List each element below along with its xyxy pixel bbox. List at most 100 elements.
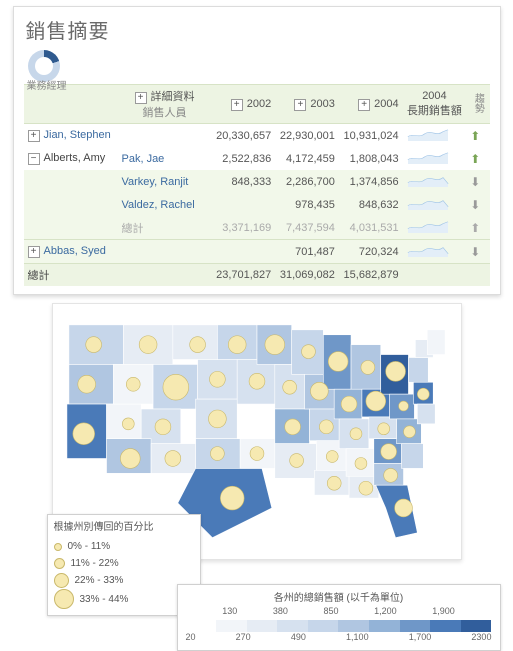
manager-cell: Abbas, Syed <box>44 245 106 257</box>
sparkline-cell <box>403 193 467 216</box>
val-2004: 10,931,024 <box>339 124 403 148</box>
val-2004: 720,324 <box>339 240 403 264</box>
bubble-legend-title: 根據州別傳回的百分比 <box>54 519 194 536</box>
expand-icon[interactable]: + <box>231 99 243 111</box>
table-body: + Jian, Stephen 20,330,65722,930,00110,931… <box>24 124 490 287</box>
hdr-period: 2004 長期銷售額 <box>403 85 467 124</box>
scale-swatch <box>186 620 217 632</box>
trend-arrow-icon: ⬇ <box>466 193 489 216</box>
scale-tick: 1,100 <box>346 632 369 642</box>
expand-icon[interactable]: + <box>28 246 40 258</box>
hdr-detail: 詳細資料 <box>151 91 195 103</box>
salesperson-cell: Valdez, Rachel <box>122 199 195 211</box>
trend-arrow-icon: ⬆ <box>466 124 489 148</box>
val-2002: 3,371,169 <box>212 216 276 240</box>
scale-swatch <box>461 620 492 632</box>
expand-icon[interactable]: − <box>28 153 40 165</box>
expand-icon[interactable]: + <box>135 92 147 104</box>
bubble-swatch-icon <box>54 558 65 569</box>
val-2004: 848,632 <box>339 193 403 216</box>
bubble-legend-items: 0% - 11%11% - 22%22% - 33% 33% - 44% <box>54 538 194 609</box>
expand-icon[interactable]: + <box>28 130 40 142</box>
sparkline-cell <box>403 147 467 170</box>
manager-cell: Alberts, Amy <box>44 152 106 164</box>
hdr-2004: 2004 <box>374 98 398 110</box>
val-2004: 1,374,856 <box>339 170 403 193</box>
grand-2004: 15,682,879 <box>339 264 403 287</box>
val-2003: 978,435 <box>275 193 339 216</box>
val-2003: 701,487 <box>275 240 339 264</box>
hdr-2002: 2002 <box>247 98 271 110</box>
scale-tick: 20 <box>186 632 196 642</box>
val-2003: 4,172,459 <box>275 147 339 170</box>
scale-swatch <box>216 620 247 632</box>
val-2002: 20,330,657 <box>212 124 276 148</box>
trend-arrow-icon: ⬆ <box>466 216 489 240</box>
subheader-manager: 業務經理 <box>27 77 67 92</box>
sparkline-cell <box>403 240 467 264</box>
grand-2003: 31,069,082 <box>275 264 339 287</box>
grand-total-row: 總計23,701,82731,069,08215,682,879 <box>24 264 490 287</box>
scale-tick: 130 <box>222 606 237 616</box>
trend-arrow-icon: ⬇ <box>466 170 489 193</box>
scale-swatch <box>308 620 339 632</box>
bubble-legend-label: 22% - 33% <box>75 572 124 589</box>
expand-icon[interactable]: + <box>358 99 370 111</box>
salesperson-cell: 總計 <box>122 223 144 235</box>
bubble-legend-label: 11% - 22% <box>71 555 119 572</box>
scale-tick: 850 <box>323 606 338 616</box>
table-row: −Alberts, Amy Pak, Jae 2,522,8364,172,4591… <box>24 147 490 170</box>
val-2003: 22,930,001 <box>275 124 339 148</box>
hdr-sales: 銷售人員 <box>143 107 187 119</box>
table-row: Valdez, Rachel 978,435848,632 ⬇ <box>24 193 490 216</box>
scale-tick: 490 <box>291 632 306 642</box>
scale-tick: 380 <box>273 606 288 616</box>
map-svg <box>59 310 455 548</box>
scale-tick: 1,200 <box>374 606 397 616</box>
salesperson-cell: Varkey, Ranjit <box>122 176 189 188</box>
scale-tick: 1,700 <box>409 632 432 642</box>
expand-icon[interactable]: + <box>294 99 306 111</box>
val-2004: 4,031,531 <box>339 216 403 240</box>
table-row: + Jian, Stephen 20,330,65722,930,00110,931… <box>24 124 490 148</box>
table-header-row: + 詳細資料銷售人員 +2002 +2003 +2004 2004 長期銷售額 趨… <box>24 85 490 124</box>
scale-tick: 1,900 <box>432 606 455 616</box>
val-2004: 1,808,043 <box>339 147 403 170</box>
sales-summary-card: 銷售摘要 業務經理 +詳細資料銷售人員 +2002 +2003 +2004 20… <box>13 6 501 295</box>
bubble-swatch-icon <box>54 543 62 551</box>
bubble-legend-label: 33% - 44% <box>80 591 129 608</box>
sparkline-cell <box>403 124 467 148</box>
bubble-swatch-icon <box>54 573 69 588</box>
hdr-trend: 趨勢 <box>470 93 485 113</box>
bubble-legend-item: 0% - 11% <box>54 538 194 555</box>
trend-arrow-icon: ⬇ <box>466 240 489 264</box>
table-row: Varkey, Ranjit848,3332,286,7001,374,856⬇ <box>24 170 490 193</box>
manager-cell: Jian, Stephen <box>44 129 111 141</box>
bubble-legend-item: 11% - 22% <box>54 555 194 572</box>
scale-swatch <box>430 620 461 632</box>
bubble-legend-item: 33% - 44% <box>54 589 194 609</box>
table-row: + Abbas, Syed 701,487720,324 ⬇ <box>24 240 490 264</box>
color-scale-legend: 各州的總銷售額 (以千為單位) 130 380 850 1,200 1,900 20 27… <box>177 584 501 651</box>
val-2002: 848,333 <box>212 170 276 193</box>
sparkline-cell <box>403 216 467 240</box>
scale-swatch <box>400 620 431 632</box>
val-2002: 2,522,836 <box>212 147 276 170</box>
val-2003: 7,437,594 <box>275 216 339 240</box>
trend-arrow-icon: ⬆ <box>466 147 489 170</box>
scale-swatch <box>369 620 400 632</box>
us-sales-map: 根據州別傳回的百分比 0% - 11%11% - 22%22% - 33%33%… <box>52 303 462 560</box>
bubble-swatch-icon <box>54 589 74 609</box>
scale-tick: 270 <box>236 632 251 642</box>
grand-label: 總計 <box>24 264 118 287</box>
val-2002 <box>212 240 276 264</box>
scale-tick: 2300 <box>471 632 491 642</box>
hdr-2003: 2003 <box>310 98 334 110</box>
salesperson-cell: Pak, Jae <box>122 153 165 165</box>
table-row: 總計 3,371,1697,437,5944,031,531 ⬆ <box>24 216 490 240</box>
scale-legend-title: 各州的總銷售額 (以千為單位) <box>186 589 492 604</box>
scale-swatch <box>338 620 369 632</box>
bubble-legend-item: 22% - 33% <box>54 572 194 589</box>
scale-swatch <box>247 620 278 632</box>
sales-table: + 詳細資料銷售人員 +2002 +2003 +2004 2004 長期銷售額 趨… <box>24 84 490 286</box>
